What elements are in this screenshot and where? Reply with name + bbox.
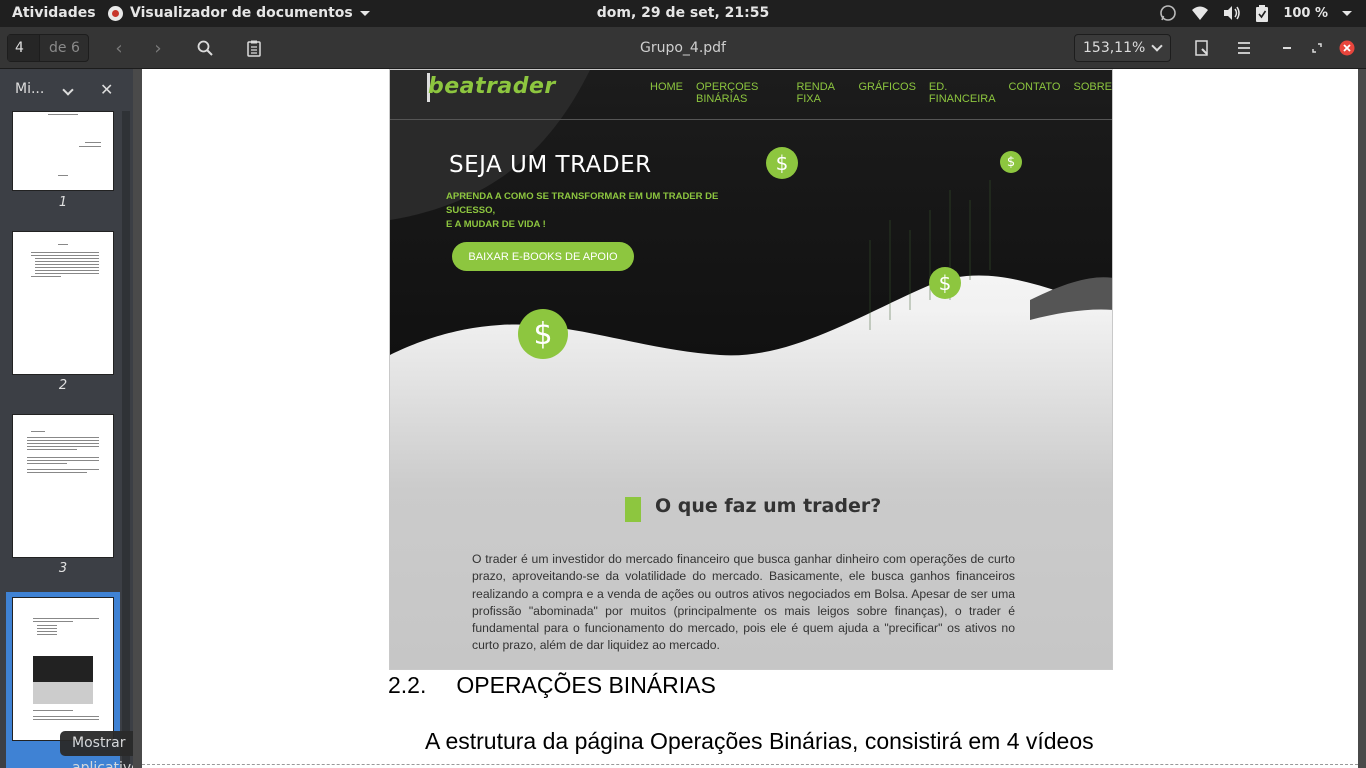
document-viewer-icon [108,5,123,21]
app-menu-label: Visualizador de documentos [130,5,353,21]
thumbnails-sidebar: Mi... ✕ 1 2 3 Mostrar aplicativ [0,69,133,768]
section-accent-bar [625,497,641,522]
chevron-right-icon: › [154,37,162,59]
page-thumbnail-2[interactable] [12,231,114,375]
nav-item-binary-options: OPERÇOES BINÁRIAS [696,81,759,105]
heading-number: 2.2. [388,672,427,698]
nav-item-contact: CONTATO [1008,81,1061,93]
minimize-button[interactable] [1272,34,1302,62]
next-page-button[interactable]: › [143,34,173,62]
search-button[interactable] [190,34,220,62]
hero-subtitle-line-2: E A MUDAR DE VIDA ! [446,219,546,230]
tooltip: Mostrar aplicativos [60,731,133,768]
thumbnail-image [33,656,93,682]
wifi-icon [1192,6,1209,20]
zoom-selector[interactable]: 153,11% [1074,34,1171,62]
hamburger-icon [1238,42,1250,54]
zoom-level: 153,11% [1083,40,1146,56]
page-thumbnail-1[interactable] [12,111,114,191]
header-divider [390,119,1112,120]
hero-subtitle-line-1: APRENDA A COMO SE TRANSFORMAR EM UM TRAD… [446,191,719,216]
chevron-down-icon [1151,40,1163,52]
dollar-coin-icon: $ [766,147,798,179]
nav-item-about: SOBRE [1073,81,1112,93]
cta-button: BAIXAR E-BOOKS DE APOIO [452,242,634,271]
battery-icon [1256,4,1269,22]
top-bar: Atividades Visualizador de documentos do… [0,0,1366,27]
dollar-coin-icon: $ [929,267,961,299]
dollar-coin-icon: $ [518,309,568,359]
sidebar-mode-label[interactable]: Mi... [15,81,44,97]
heading-text: OPERAÇÕES BINÁRIAS [456,672,716,698]
hero-subtitle: APRENDA A COMO SE TRANSFORMAR EM UM TRAD… [446,190,756,232]
page-break-line [142,764,1358,765]
system-tray[interactable]: 100 % [1159,4,1352,22]
annotations-button[interactable] [239,34,269,62]
nav-item-charts: GRÁFICOS [858,81,916,93]
document-heading: 2.2. OPERAÇÕES BINÁRIAS [388,672,716,699]
minimize-icon [1283,47,1291,49]
page-thumbnail-4[interactable] [12,597,114,741]
chevron-down-icon [359,10,370,16]
close-icon [1339,40,1355,56]
chevron-left-icon: ‹ [115,37,123,59]
page-thumbnail-3[interactable] [12,414,114,558]
maximize-button[interactable] [1302,34,1332,62]
dollar-coin-icon: $ [1000,151,1022,173]
page-icon [1195,40,1208,56]
thumbnail-label-3: 3 [58,561,68,576]
sidebar-scrollbar[interactable] [122,111,130,768]
document-body-text: A estrutura da página Operações Binárias… [425,728,1094,754]
nav-item-financial-education: ED. FINANCEIRA [928,81,996,105]
section-title: O que faz um trader? [655,495,882,517]
website-screenshot-image: beatrader HOME OPERÇOES BINÁRIAS RENDA F… [389,69,1113,670]
nav-item-fixed-income: RENDA FIXA [796,81,835,105]
page-count: de 6 [49,40,80,56]
document-title: Grupo_4.pdf [640,40,726,56]
previous-page-button[interactable]: ‹ [104,34,134,62]
document-view[interactable]: beatrader HOME OPERÇOES BINÁRIAS RENDA F… [133,69,1366,768]
close-button[interactable] [1332,34,1362,62]
menu-button[interactable] [1229,34,1259,62]
site-nav: HOME OPERÇOES BINÁRIAS RENDA FIXA GRÁFIC… [650,81,1112,105]
thumbnail-label-2: 2 [58,378,68,393]
page-selector[interactable]: 4 de 6 [7,34,89,62]
clipboard-icon [247,40,261,57]
maximize-icon [1312,43,1322,53]
thumbnail-label-1: 1 [58,195,68,210]
search-icon [197,40,213,56]
close-sidebar-icon[interactable]: ✕ [100,80,113,99]
clock[interactable]: dom, 29 de set, 21:55 [597,5,769,21]
section-text: O trader é um investidor do mercado fina… [472,552,1015,653]
pdf-page: beatrader HOME OPERÇOES BINÁRIAS RENDA F… [142,69,1358,768]
page-layout-button[interactable] [1187,34,1217,62]
chevron-down-icon[interactable] [62,82,76,96]
volume-icon [1224,6,1241,20]
battery-level: 100 % [1283,5,1328,21]
nav-item-home: HOME [650,81,683,93]
site-logo: beatrader [428,74,556,99]
chevron-down-icon [1342,10,1352,16]
activities-button[interactable]: Atividades [12,5,96,21]
toolbar: 4 de 6 ‹ › Grupo_4.pdf 153,11% [0,27,1366,69]
app-menu[interactable]: Visualizador de documentos [108,5,370,21]
hero-title: SEJA UM TRADER [449,152,652,178]
page-number-input[interactable]: 4 [8,35,40,61]
whatsapp-icon[interactable] [1159,4,1177,22]
